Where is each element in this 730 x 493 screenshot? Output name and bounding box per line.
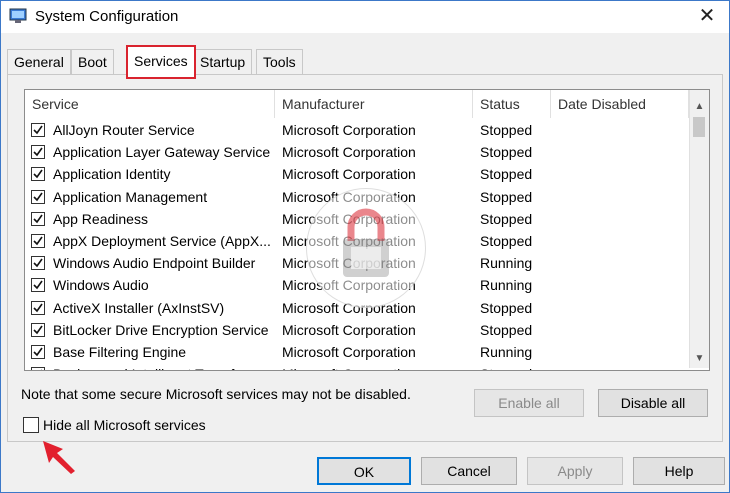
column-header-service[interactable]: Service: [25, 90, 275, 118]
close-icon[interactable]: ✕: [685, 1, 729, 33]
hide-microsoft-services-label[interactable]: Hide all Microsoft services: [43, 417, 206, 433]
service-checkbox[interactable]: [31, 345, 45, 359]
service-status: Stopped: [480, 188, 533, 205]
window-title: System Configuration: [35, 8, 179, 25]
scroll-up-icon[interactable]: ▲: [690, 98, 709, 116]
tab-startup[interactable]: Startup: [193, 49, 253, 74]
service-checkbox[interactable]: [31, 189, 45, 204]
service-status: Stopped: [480, 166, 533, 183]
service-row[interactable]: AllJoyn Router Service Microsoft Corporat…: [25, 120, 685, 142]
ok-button[interactable]: OK: [317, 457, 411, 485]
service-name: Application Management: [53, 188, 208, 205]
tab-tools[interactable]: Tools: [256, 49, 303, 74]
service-name: Application Identity: [53, 166, 171, 183]
checkmark-icon: [33, 280, 43, 290]
service-checkbox[interactable]: [31, 145, 45, 160]
scroll-down-icon[interactable]: ▼: [690, 350, 709, 368]
service-manufacturer: Microsoft Corporation: [282, 344, 416, 360]
service-status: Running: [480, 344, 533, 360]
service-name: Base Filtering Engine: [53, 344, 187, 360]
service-status: Running: [480, 255, 533, 272]
service-checkbox[interactable]: [31, 256, 45, 271]
checkmark-icon: [33, 147, 43, 157]
service-checkbox[interactable]: [31, 322, 45, 337]
service-name: Application Layer Gateway Service: [53, 144, 271, 161]
service-status: Stopped: [480, 366, 550, 370]
service-manufacturer: Microsoft Corporation: [282, 166, 416, 183]
service-status: Stopped: [480, 321, 533, 338]
service-status: Stopped: [480, 233, 533, 249]
service-manufacturer: Microsoft Corporation: [282, 321, 416, 338]
column-header-manufacturer[interactable]: Manufacturer: [275, 90, 473, 118]
msconfig-app-icon: [9, 8, 27, 23]
service-name: App Readiness: [53, 210, 148, 227]
checkmark-icon: [41, 369, 42, 370]
service-status: Stopped: [480, 122, 533, 138]
checkmark-icon: [33, 169, 43, 179]
service-checkbox[interactable]: [31, 300, 45, 315]
service-name: BitLocker Drive Encryption Service: [53, 321, 269, 338]
service-status: Stopped: [480, 210, 533, 227]
service-checkbox[interactable]: [31, 278, 45, 293]
service-row[interactable]: Background Intelligent Transfer ... Micro…: [25, 364, 685, 370]
tab-boot[interactable]: Boot: [71, 49, 114, 74]
service-row[interactable]: Base Filtering Engine Microsoft Corporati…: [25, 342, 685, 364]
service-checkbox[interactable]: [31, 367, 45, 370]
service-row[interactable]: Application Layer Gateway Service Microso…: [25, 142, 685, 164]
checkmark-icon: [33, 347, 43, 357]
vertical-scrollbar[interactable]: ▲ ▼: [689, 90, 709, 368]
tab-services[interactable]: Services: [126, 45, 196, 79]
service-checkbox[interactable]: [31, 234, 45, 248]
checkmark-icon: [33, 303, 43, 312]
service-manufacturer: Microsoft Corporation: [282, 122, 416, 138]
scroll-thumb[interactable]: [693, 117, 705, 137]
service-name: Windows Audio Endpoint Builder: [53, 255, 256, 272]
service-name: ActiveX Installer (AxInstSV): [53, 299, 225, 316]
service-manufacturer: Microsoft Corporation: [282, 144, 416, 161]
service-name: Background Intelligent Transfer ...: [53, 366, 273, 370]
checkmark-icon: [33, 192, 43, 201]
service-row[interactable]: BitLocker Drive Encryption Service Micros…: [25, 320, 685, 342]
red-arrow-icon: [43, 441, 75, 474]
title-bar: System Configuration ✕: [1, 1, 729, 33]
system-configuration-window: System Configuration ✕ General Boot Serv…: [0, 0, 730, 493]
checkmark-icon: [33, 258, 43, 268]
service-checkbox[interactable]: [31, 123, 45, 137]
service-status: Stopped: [480, 299, 533, 316]
service-checkbox[interactable]: [31, 167, 45, 182]
column-header-status[interactable]: Status: [473, 90, 551, 118]
service-name: AppX Deployment Service (AppX...: [53, 233, 271, 249]
service-manufacturer: Microsoft Corporation: [282, 366, 468, 370]
service-name: Windows Audio: [53, 277, 149, 294]
service-name: AllJoyn Router Service: [53, 122, 195, 138]
checkmark-icon: [33, 214, 43, 224]
watermark-logo: [306, 188, 426, 308]
watermark-lock-icon: [343, 208, 389, 277]
apply-button[interactable]: Apply: [527, 457, 623, 485]
enable-all-button[interactable]: Enable all: [474, 389, 584, 417]
secure-services-note: Note that some secure Microsoft services…: [21, 386, 411, 402]
help-button[interactable]: Help: [633, 457, 725, 485]
cancel-button[interactable]: Cancel: [421, 457, 517, 485]
service-checkbox[interactable]: [31, 211, 45, 226]
service-status: Stopped: [480, 144, 533, 161]
column-header-date-disabled[interactable]: Date Disabled: [551, 90, 689, 118]
service-row[interactable]: Application Identity Microsoft Corporatio…: [25, 164, 685, 186]
checkmark-icon: [33, 236, 43, 246]
hide-microsoft-services-checkbox[interactable]: [23, 417, 39, 433]
service-status: Running: [480, 277, 533, 294]
checkmark-icon: [33, 325, 43, 335]
tab-general[interactable]: General: [7, 49, 71, 74]
checkmark-icon: [33, 125, 43, 135]
disable-all-button[interactable]: Disable all: [598, 389, 708, 417]
